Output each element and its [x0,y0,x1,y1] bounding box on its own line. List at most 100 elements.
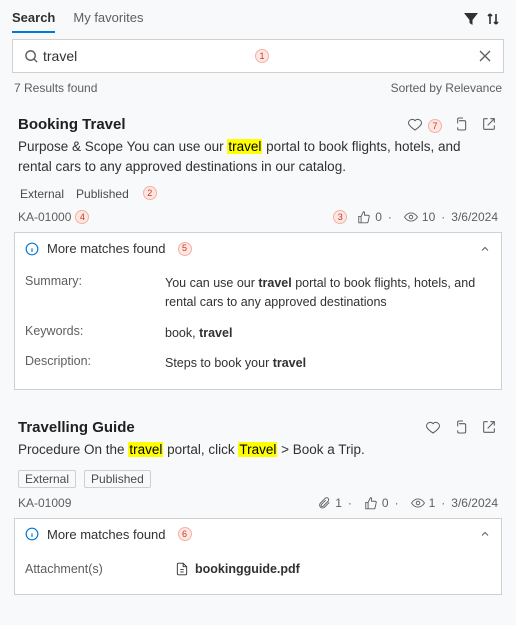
chevron-up-icon [479,528,491,540]
kv-key-description: Description: [25,354,165,368]
result-actions: 7 [406,115,498,133]
attachment-count: 1 [335,496,342,510]
result-title-row: Travelling Guide [14,410,502,438]
kv-val-description: Steps to book your travel [165,354,491,373]
filter-icon[interactable] [460,8,482,30]
snippet-text: portal, click [163,442,238,457]
tag-published: Published [84,470,151,488]
snippet-highlight: Travel [238,442,277,457]
annotation-7: 7 [428,119,442,133]
results-meta: 7 Results found Sorted by Relevance [0,77,516,103]
views-count: 10 [422,210,435,224]
likes-count: 0 [382,496,389,510]
annotation-1: 1 [255,49,269,63]
paperclip-icon [317,496,331,510]
result-card: Booking Travel 7 Purpose & Scope You can… [10,103,506,406]
more-matches-header[interactable]: More matches found 6 [15,519,501,550]
result-meta-row: KA-01000 4 3 0 · 10 · 3/6/2024 [14,206,502,224]
text: book, [165,326,199,340]
more-matches-header[interactable]: More matches found 5 [15,233,501,264]
results-sort: Sorted by Relevance [391,81,502,95]
result-title-row: Booking Travel 7 [14,107,502,135]
tag-external: External [18,186,66,202]
search-input[interactable] [41,47,251,65]
kv-row: Attachment(s) bookingguide.pdf [25,554,491,585]
favorite-icon[interactable] [424,418,442,436]
result-actions [424,418,498,436]
popout-icon[interactable] [480,418,498,436]
snippet-text: > Book a Trip. [277,442,364,457]
more-matches-body: Summary: You can use our travel portal t… [15,264,501,389]
article-id: KA-01000 [18,210,71,224]
kv-val-summary: You can use our travel portal to book fl… [165,274,491,312]
snippet-text: Procedure On the [18,442,128,457]
text: You can use our [165,276,258,290]
tab-search[interactable]: Search [12,4,55,33]
article-id: KA-01009 [18,496,71,510]
chevron-up-icon [479,243,491,255]
annotation-2: 2 [143,186,157,200]
views-stat: 1 [411,496,436,510]
attachment-stat: 1 [317,496,342,510]
more-matches-label: More matches found [47,241,166,256]
search-bar: 1 [12,39,504,73]
result-snippet: Purpose & Scope You can use our travel p… [14,135,502,182]
tabs-row: Search My favorites [0,0,516,33]
info-icon [25,527,39,541]
tag-external: External [18,470,76,488]
tag-row: External Published [14,466,502,492]
bold-term: travel [273,356,306,370]
kv-val-keywords: book, travel [165,324,491,343]
more-matches-body: Attachment(s) bookingguide.pdf [15,550,501,595]
copy-link-icon[interactable] [452,418,470,436]
favorite-icon[interactable] [406,115,424,133]
attachment-filename: bookingguide.pdf [195,560,300,579]
result-title[interactable]: Travelling Guide [18,419,135,436]
popout-icon[interactable] [480,115,498,133]
clear-search-icon[interactable] [475,46,495,66]
bold-term: travel [258,276,291,290]
search-icon [21,46,41,66]
result-date: 3/6/2024 [451,496,498,510]
likes-stat: 0 [364,496,389,510]
tab-favorites[interactable]: My favorites [73,4,143,33]
likes-stat: 0 [357,210,382,224]
info-icon [25,242,39,256]
text: Steps to book your [165,356,273,370]
kv-key-attachments: Attachment(s) [25,562,165,576]
sort-icon[interactable] [482,8,504,30]
result-date: 3/6/2024 [451,210,498,224]
result-card: Travelling Guide Procedure On the travel… [10,406,506,611]
tag-published: Published [74,186,131,202]
result-title[interactable]: Booking Travel [18,116,126,133]
kv-row: Summary: You can use our travel portal t… [25,268,491,318]
more-matches-panel: More matches found 6 Attachment(s) booki… [14,518,502,596]
copy-link-icon[interactable] [452,115,470,133]
result-meta-row: KA-01009 1 · 0 · 1 · [14,492,502,510]
thumbs-up-icon [357,210,371,224]
more-matches-label: More matches found [47,527,166,542]
views-stat: 10 [404,210,435,224]
results-count: 7 Results found [14,81,97,95]
snippet-text: Purpose & Scope You can use our [18,139,227,154]
eye-icon [411,496,425,510]
file-icon [175,562,189,576]
kv-key-summary: Summary: [25,274,165,288]
annotation-5: 5 [178,242,192,256]
bold-term: travel [199,326,232,340]
result-snippet: Procedure On the travel portal, click Tr… [14,438,502,466]
annotation-6: 6 [178,527,192,541]
thumbs-up-icon [364,496,378,510]
kv-row: Description: Steps to book your travel [25,348,491,379]
snippet-highlight: travel [128,442,163,457]
more-matches-panel: More matches found 5 Summary: You can us… [14,232,502,390]
annotation-3: 3 [333,210,347,224]
eye-icon [404,210,418,224]
kv-val-attachments[interactable]: bookingguide.pdf [175,560,491,579]
snippet-highlight: travel [227,139,262,154]
kv-row: Keywords: book, travel [25,318,491,349]
likes-count: 0 [375,210,382,224]
kv-key-keywords: Keywords: [25,324,165,338]
results-list: Booking Travel 7 Purpose & Scope You can… [0,103,516,625]
views-count: 1 [429,496,436,510]
